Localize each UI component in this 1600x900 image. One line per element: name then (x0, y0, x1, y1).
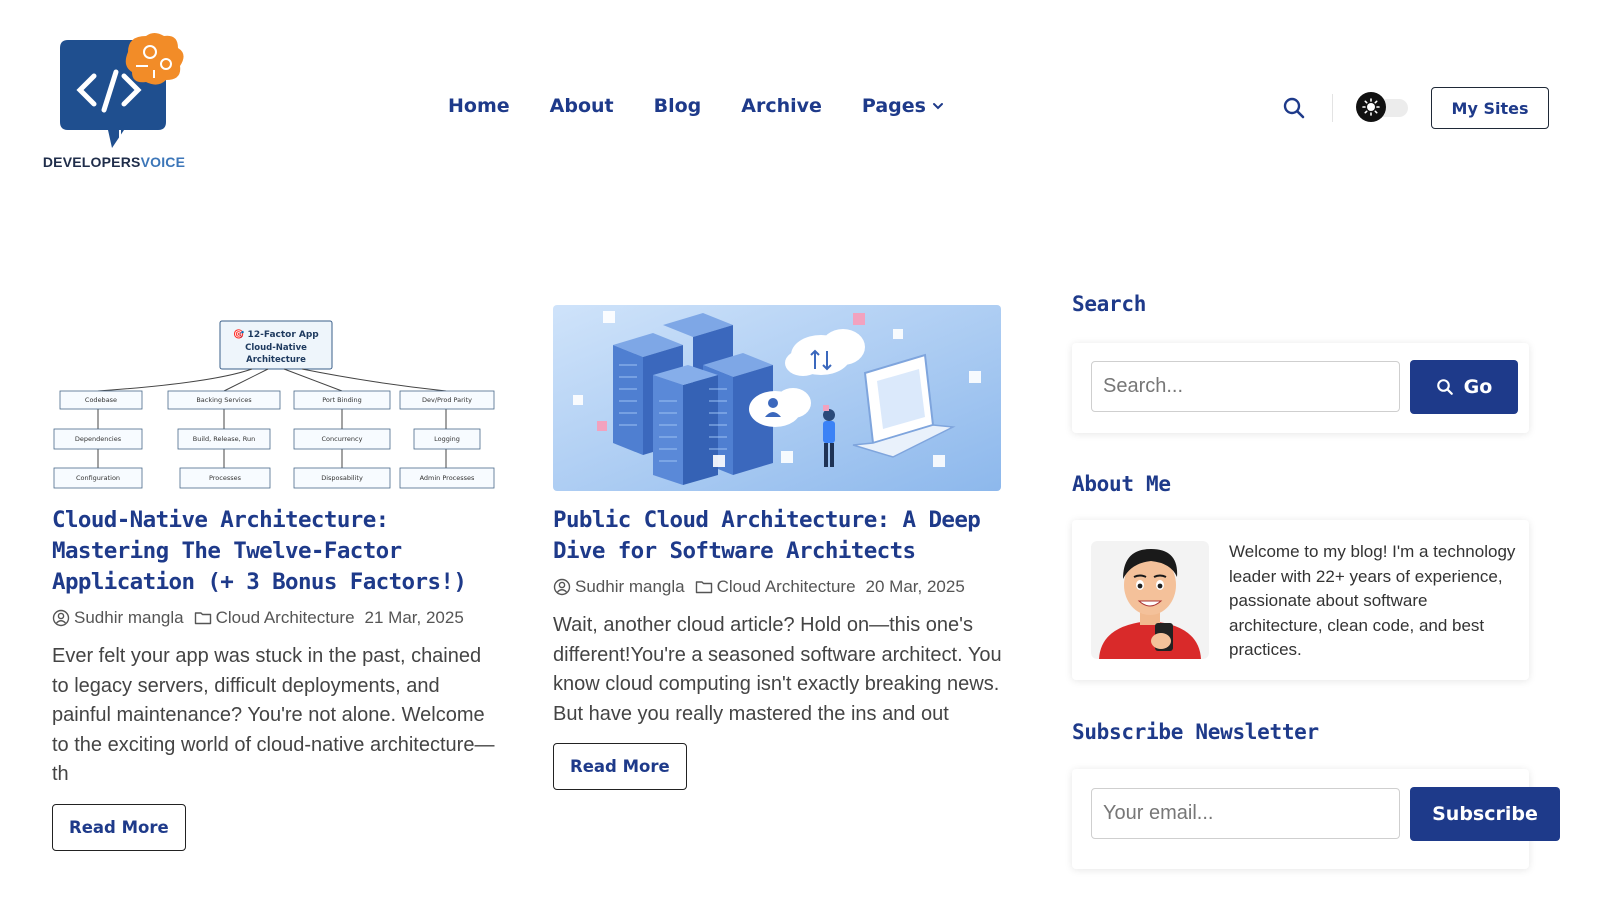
post-excerpt: Ever felt your app was stuck in the past… (52, 645, 495, 785)
chevron-down-icon (932, 103, 943, 110)
diagram-node-label: Logging (434, 435, 460, 443)
post-meta: Sudhir mangla Cloud Architecture 21 Mar,… (52, 608, 502, 628)
brand-name-part2: VOICE (140, 154, 186, 170)
main-nav: Home About Blog Archive Pages (448, 95, 984, 117)
post-title[interactable]: Public Cloud Architecture: A Deep Dive f… (553, 505, 1003, 567)
diagram-node-label: Configuration (76, 474, 120, 482)
diagram-node-label: Build, Release, Run (193, 435, 255, 443)
svg-text:🎯 12-Factor App: 🎯 12-Factor App (233, 329, 319, 340)
post-thumbnail-cloud-servers[interactable] (553, 305, 1001, 491)
search-go-button[interactable]: Go (1410, 360, 1518, 414)
folder-icon (695, 581, 712, 594)
nav-item-pages[interactable]: Pages (862, 95, 944, 117)
nav-item-blog[interactable]: Blog (654, 95, 702, 117)
svg-text:Architecture: Architecture (246, 355, 306, 365)
post-author[interactable]: Sudhir mangla (74, 608, 184, 628)
post-card: Public Cloud Architecture: A Deep Dive f… (553, 305, 1003, 790)
nav-item-home[interactable]: Home (448, 95, 510, 117)
header-divider (1332, 94, 1333, 122)
diagram-node-label: Port Binding (322, 396, 362, 404)
search-widget: Search... Go (1072, 343, 1529, 433)
post-category[interactable]: Cloud Architecture (216, 608, 355, 628)
newsletter-widget-heading: Subscribe Newsletter (1072, 720, 1319, 744)
post-thumbnail-twelve-factor-diagram[interactable]: 🎯 12-Factor App Cloud-Native Architectur… (52, 305, 500, 491)
read-more-button[interactable]: Read More (52, 803, 186, 851)
brand-name-part1: DEVELOPERS (42, 154, 141, 170)
newsletter-email-input[interactable]: Your email... (1091, 788, 1400, 839)
search-go-label: Go (1463, 376, 1493, 398)
newsletter-widget: Your email... Subscribe (1072, 769, 1560, 869)
sun-icon (1362, 98, 1380, 116)
diagram-node-label: Processes (209, 474, 242, 482)
diagram-node-label: Disposability (321, 474, 363, 482)
diagram-node-label: Backing Services (196, 396, 252, 404)
user-icon (553, 578, 571, 596)
nav-item-archive[interactable]: Archive (741, 95, 822, 117)
diagram-node-label: Concurrency (322, 435, 363, 443)
about-text: Welcome to my blog! I'm a technology lea… (1229, 542, 1516, 659)
diagram-node-label: Codebase (85, 396, 117, 404)
diagram-node-label: Dependencies (75, 435, 122, 443)
search-icon[interactable] (1282, 96, 1306, 120)
site-logo[interactable]: DEVELOPERSVOICE (32, 30, 196, 176)
search-icon (1436, 379, 1453, 395)
about-widget-heading: About Me (1072, 472, 1171, 496)
nav-item-pages-label: Pages (861, 95, 926, 117)
post-author[interactable]: Sudhir mangla (575, 577, 685, 597)
theme-toggle[interactable] (1356, 92, 1408, 122)
post-category[interactable]: Cloud Architecture (717, 577, 856, 597)
author-avatar (1091, 541, 1209, 659)
toggle-knob (1356, 92, 1386, 122)
my-sites-button[interactable]: My Sites (1431, 87, 1549, 129)
diagram-node-label: Dev/Prod Parity (422, 396, 472, 404)
subscribe-button[interactable]: Subscribe (1410, 787, 1560, 841)
post-excerpt: Wait, another cloud article? Hold on—thi… (553, 614, 1002, 725)
post-date: 20 Mar, 2025 (865, 577, 965, 596)
nav-item-about[interactable]: About (550, 95, 614, 117)
logo-wordmark: DEVELOPERSVOICE (32, 154, 196, 170)
search-widget-heading: Search (1072, 292, 1147, 316)
folder-icon (194, 612, 211, 625)
search-input[interactable]: Search... (1091, 361, 1400, 412)
read-more-button[interactable]: Read More (553, 743, 687, 790)
svg-text:Cloud-Native: Cloud-Native (245, 343, 307, 353)
about-widget: Welcome to my blog! I'm a technology lea… (1072, 520, 1529, 680)
post-card: 🎯 12-Factor App Cloud-Native Architectur… (52, 305, 502, 851)
post-title[interactable]: Cloud-Native Architecture: Mastering The… (52, 505, 502, 598)
post-date: 21 Mar, 2025 (364, 608, 464, 627)
post-meta: Sudhir mangla Cloud Architecture 20 Mar,… (553, 577, 1003, 597)
diagram-node-label: Admin Processes (420, 474, 475, 482)
user-icon (52, 609, 70, 627)
logo-mark-icon (36, 33, 184, 148)
